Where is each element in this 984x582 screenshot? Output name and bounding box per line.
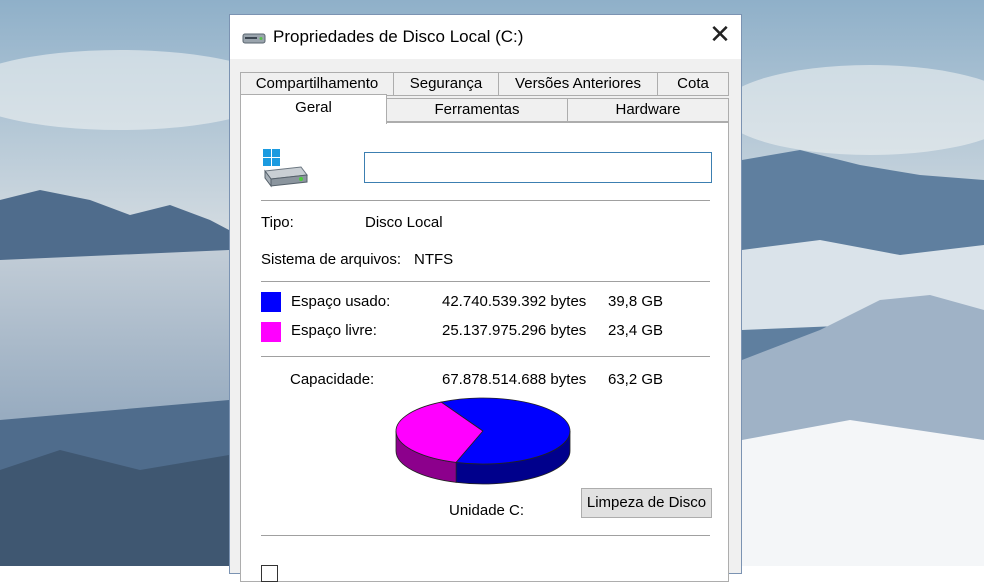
- type-value: Disco Local: [365, 214, 443, 231]
- window-title: Propriedades de Disco Local (C:): [273, 27, 524, 46]
- separator: [261, 200, 710, 201]
- file-system-value: NTFS: [414, 251, 454, 268]
- drive-icon: [242, 33, 266, 44]
- type-label: Tipo:: [261, 214, 294, 231]
- separator: [261, 535, 710, 536]
- title-bar: Propriedades de Disco Local (C:) ✕: [230, 15, 741, 59]
- drive-icon: [263, 149, 308, 188]
- free-space-label: Espaço livre:: [291, 322, 377, 339]
- separator: [261, 281, 710, 282]
- disk-usage-pie-chart: [395, 397, 571, 485]
- free-space-swatch: [261, 322, 281, 342]
- close-icon[interactable]: ✕: [700, 18, 740, 52]
- used-space-bytes: 42.740.539.392 bytes: [442, 293, 587, 310]
- used-space-swatch: [261, 292, 281, 312]
- tab-geral[interactable]: Geral: [240, 94, 387, 124]
- free-space-size: 23,4 GB: [608, 322, 664, 339]
- drive-properties-dialog: Propriedades de Disco Local (C:) ✕ Compa…: [229, 14, 742, 582]
- used-space-label: Espaço usado:: [291, 293, 391, 310]
- tab-panel-geral: Tipo: Disco Local Sistema de arquivos: N…: [240, 122, 729, 582]
- capacity-label: Capacidade:: [290, 371, 375, 388]
- tab-versoes-anteriores[interactable]: Versões Anteriores: [498, 72, 658, 96]
- capacity-size: 63,2 GB: [608, 371, 664, 388]
- drive-label: Unidade C:: [449, 502, 525, 519]
- used-space-size: 39,8 GB: [608, 293, 664, 310]
- drive-name-input[interactable]: [364, 152, 712, 183]
- tab-seguranca[interactable]: Segurança: [393, 72, 499, 96]
- separator: [261, 356, 710, 357]
- disk-cleanup-button[interactable]: Limpeza de Disco: [581, 488, 712, 518]
- capacity-bytes: 67.878.514.688 bytes: [442, 371, 587, 388]
- free-space-bytes: 25.137.975.296 bytes: [442, 322, 587, 339]
- tab-ferramentas[interactable]: Ferramentas: [386, 98, 568, 122]
- tab-cota[interactable]: Cota: [657, 72, 729, 96]
- checkbox[interactable]: [261, 565, 278, 582]
- tab-hardware[interactable]: Hardware: [567, 98, 729, 122]
- file-system-label: Sistema de arquivos:: [261, 251, 402, 268]
- tab-compartilhamento[interactable]: Compartilhamento: [240, 72, 394, 96]
